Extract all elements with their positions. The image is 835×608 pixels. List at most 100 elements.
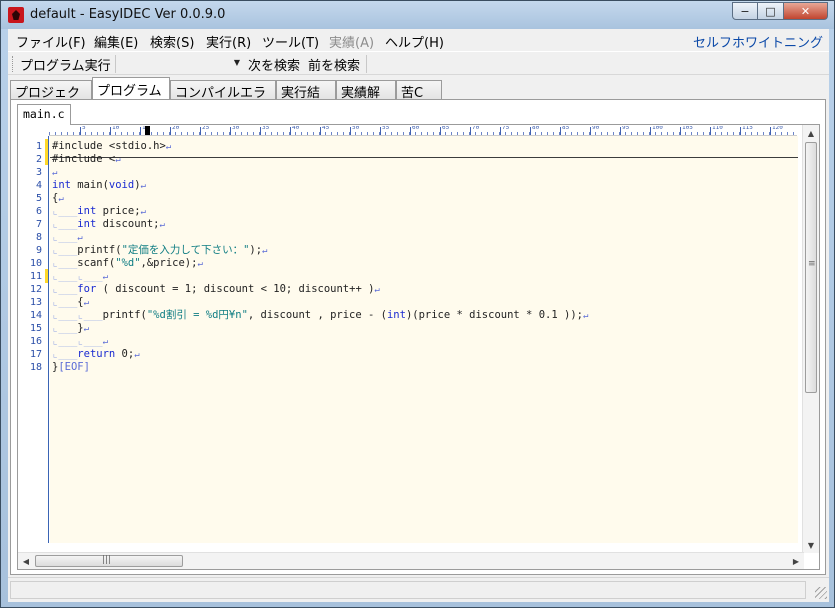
ruler-number: 105 (682, 126, 693, 131)
line-number: 18 (29, 362, 42, 373)
ruler-major-tick (680, 127, 681, 135)
ruler-number: 80 (532, 126, 540, 131)
ruler-number: 40 (292, 126, 300, 131)
minimize-button[interactable]: − (732, 2, 758, 20)
scroll-up-arrow[interactable]: ▲ (803, 125, 819, 141)
menu-file[interactable]: ファイル(F) (16, 32, 86, 51)
scroll-right-arrow[interactable]: ▶ (788, 553, 804, 569)
status-bar (8, 577, 829, 601)
ruler-major-tick (200, 127, 201, 135)
ruler-number: 20 (172, 126, 180, 131)
tab-run-result[interactable]: 実行結果 (276, 80, 336, 120)
ruler-major-tick (710, 127, 711, 135)
toolbar-separator (115, 55, 116, 73)
horizontal-scroll-thumb[interactable]: ||| (35, 555, 183, 567)
tab-program[interactable]: プログラム (92, 77, 170, 99)
ruler-major-tick (350, 127, 351, 135)
run-program-button[interactable]: プログラム実行 (20, 55, 111, 74)
ruler-major-tick (80, 127, 81, 135)
title-bar[interactable]: default - EasyIDEC Ver 0.0.9.0 − □ ✕ (1, 1, 834, 29)
code-line[interactable]: ⌞___⌞___↵ (52, 270, 108, 283)
menu-tools[interactable]: ツール(T) (262, 32, 319, 51)
ruler-number: 45 (322, 126, 330, 131)
code-editor[interactable]: 5101520253035404550556065707580859095100… (17, 124, 820, 570)
line-number-gutter: 1 2 3 4 5 6 7 8 9 10 11 12 13 14 15 16 17 18 (18, 136, 49, 543)
toolbar-separator (366, 55, 367, 73)
ruler-major-tick (140, 127, 141, 135)
code-line[interactable]: #include <stdio.h>↵ (52, 140, 171, 153)
ruler-major-tick (290, 127, 291, 135)
ruler-number: 55 (382, 126, 390, 131)
ruler-number: 85 (562, 126, 570, 131)
code-line[interactable]: ⌞___int discount;↵ (52, 218, 165, 231)
line-number: 7 (35, 219, 42, 230)
line-number: 14 (29, 310, 42, 321)
menu-help[interactable]: ヘルプ(H) (385, 32, 444, 51)
menu-search[interactable]: 検索(S) (150, 32, 194, 51)
code-line[interactable]: ⌞___{↵ (52, 296, 89, 309)
program-panel: main.c 510152025303540455055606570758085… (10, 99, 826, 575)
code-line[interactable]: }[EOF] (52, 361, 90, 374)
theme-selector[interactable]: セルフホワイトニング (693, 32, 823, 51)
line-number: 8 (35, 232, 42, 243)
status-pane (10, 581, 806, 599)
maximize-button[interactable]: □ (758, 2, 784, 20)
search-combo[interactable]: ▼ (122, 55, 242, 73)
code-line[interactable]: ⌞___int price;↵ (52, 205, 146, 218)
menu-edit[interactable]: 編集(E) (94, 32, 138, 51)
scroll-down-arrow[interactable]: ▼ (803, 537, 819, 553)
code-line[interactable]: ⌞___scanf("%d",&price);↵ (52, 257, 203, 270)
toolbar-grip[interactable] (12, 56, 15, 72)
ruler-major-tick (620, 127, 621, 135)
grip-icon: ≡ (808, 259, 816, 269)
horizontal-scrollbar[interactable]: ◀ ||| ▶ (18, 552, 804, 569)
vertical-scroll-thumb[interactable]: ≡ (805, 142, 817, 393)
column-ruler: 5101520253035404550556065707580859095100… (49, 126, 797, 136)
ruler-major-tick (590, 127, 591, 135)
code-line[interactable]: ⌞___for ( discount = 1; discount < 10; d… (52, 283, 380, 296)
ruler-major-tick (560, 127, 561, 135)
code-line[interactable]: ⌞___return 0;↵ (52, 348, 140, 361)
scroll-left-arrow[interactable]: ◀ (18, 553, 34, 569)
chevron-down-icon[interactable]: ▼ (234, 58, 240, 67)
line-number: 16 (29, 336, 42, 347)
menu-achievements[interactable]: 実績(A) (329, 32, 374, 51)
line-number: 2 (35, 154, 42, 165)
line-number: 11 (29, 271, 42, 282)
code-line[interactable]: ⌞___⌞___↵ (52, 335, 108, 348)
code-line[interactable]: ⌞___↵ (52, 231, 83, 244)
ruler-major-tick (470, 127, 471, 135)
line-number: 10 (29, 258, 42, 269)
ruler-number: 60 (412, 126, 420, 131)
line-number: 1 (35, 141, 42, 152)
ruler-major-tick (650, 127, 651, 135)
tab-project[interactable]: プロジェクト (10, 80, 92, 120)
ruler-major-tick (110, 127, 111, 135)
line-number: 17 (29, 349, 42, 360)
tab-achievements[interactable]: 実績解除 (336, 80, 396, 120)
find-prev-button[interactable]: 前を検索 (308, 55, 360, 74)
close-button[interactable]: ✕ (784, 2, 828, 20)
code-line[interactable]: ⌞___}↵ (52, 322, 89, 335)
code-line[interactable]: ⌞___printf("定価を入力して下さい：");↵ (52, 244, 267, 257)
code-line[interactable]: int main(void)↵ (52, 179, 146, 192)
code-area[interactable]: #include <stdio.h>↵ #include <↵ ↵ int main(… (50, 136, 798, 543)
line-number: 12 (29, 284, 42, 295)
resize-grip-icon[interactable] (815, 587, 827, 599)
app-logo-icon[interactable] (8, 7, 24, 23)
menu-run[interactable]: 実行(R) (206, 32, 251, 51)
ruler-major-tick (320, 127, 321, 135)
ruler-major-tick (170, 127, 171, 135)
code-line[interactable]: ↵ (52, 166, 57, 179)
vertical-scrollbar[interactable]: ▲ ≡ ▼ (802, 125, 819, 553)
file-tab-main-c[interactable]: main.c (17, 104, 71, 125)
tab-kuc[interactable]: 苦C (396, 80, 442, 101)
client-area: ファイル(F) 編集(E) 検索(S) 実行(R) ツール(T) 実績(A) ヘ… (8, 29, 829, 602)
tab-compile-errors[interactable]: コンパイルエラー (170, 80, 276, 120)
find-next-button[interactable]: 次を検索 (248, 55, 300, 74)
code-line[interactable]: {↵ (52, 192, 64, 205)
code-line[interactable]: #include <↵ (52, 153, 121, 166)
ruler-number: 100 (652, 126, 663, 131)
code-line[interactable]: ⌞___⌞___printf("%d割引 = %d円¥n", discount … (52, 309, 588, 322)
modified-line-marker (45, 269, 48, 283)
